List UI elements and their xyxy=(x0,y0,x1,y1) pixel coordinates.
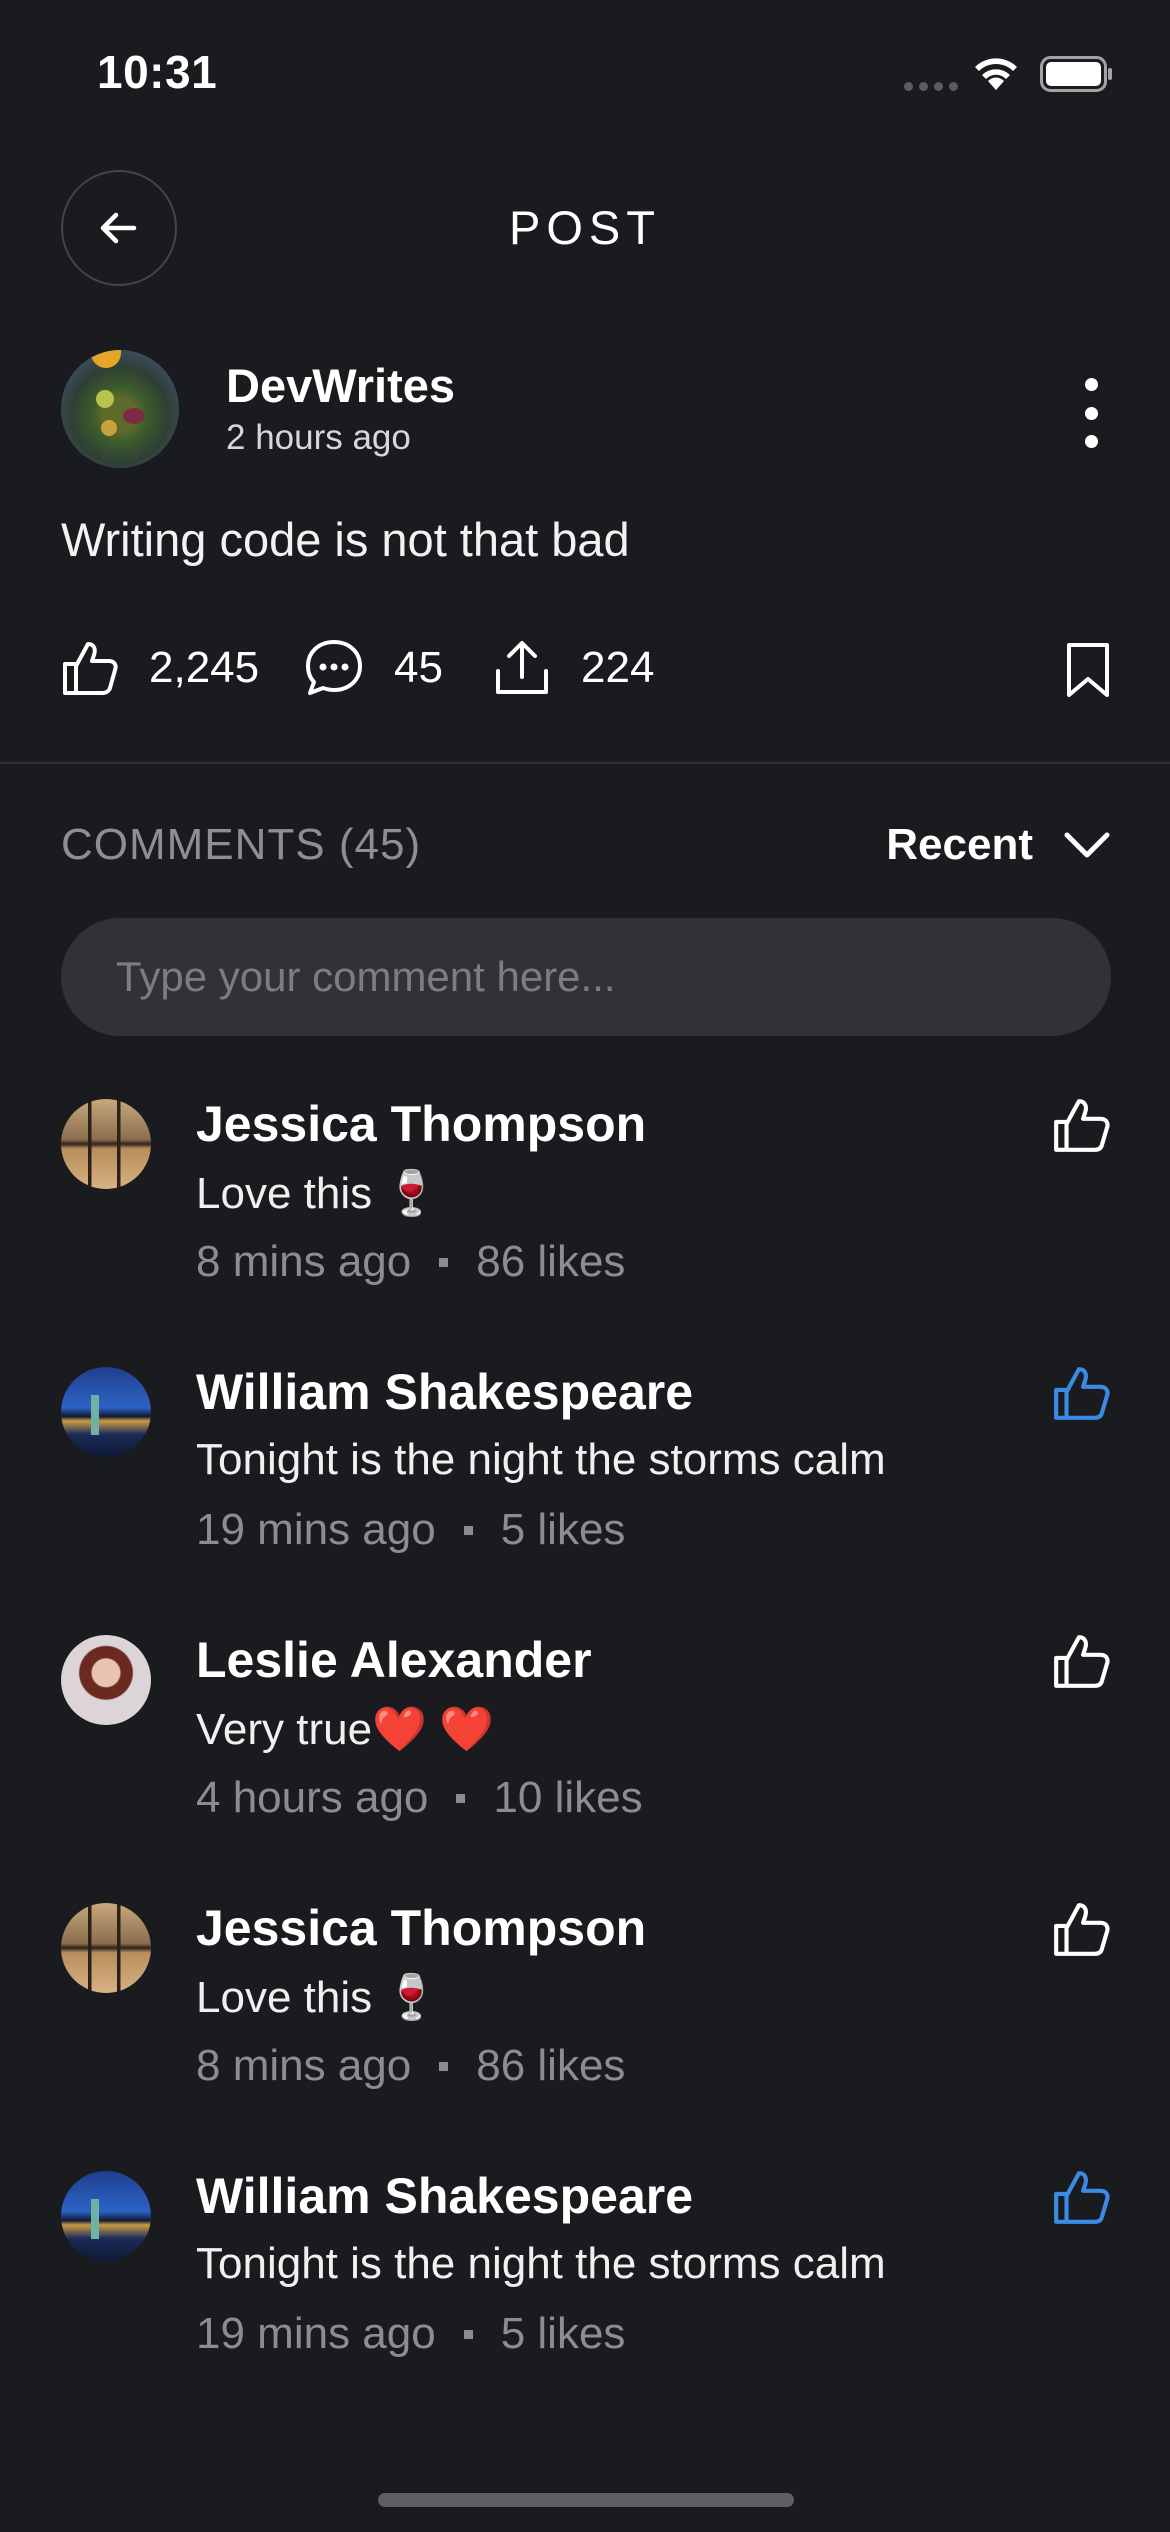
comment-likes: 5 likes xyxy=(500,2309,626,2358)
comment-meta: 19 mins ago 5 likes xyxy=(196,2309,625,2359)
author-name[interactable]: DevWrites xyxy=(226,358,455,413)
thumbs-up-icon[interactable] xyxy=(1051,1631,1111,1691)
status-bar: 10:31 xyxy=(0,0,1170,140)
comment-text: Love this 🍷 xyxy=(196,1973,440,2022)
comment-count: 45 xyxy=(394,643,443,692)
avatar[interactable] xyxy=(61,1903,151,1993)
thumbs-up-icon xyxy=(63,642,118,695)
comment-item: Leslie Alexander Very true❤️ ❤️ 4 hours … xyxy=(61,1631,1111,1851)
share-button[interactable]: 224 xyxy=(493,633,654,703)
header: POST xyxy=(0,170,1170,290)
comment-button[interactable]: 45 xyxy=(304,633,443,703)
comment-bubble-icon xyxy=(306,640,362,695)
more-options-button[interactable] xyxy=(1071,378,1111,448)
comment-likes: 10 likes xyxy=(493,1773,643,1822)
divider xyxy=(0,762,1170,764)
share-count: 224 xyxy=(581,643,655,692)
sort-label: Recent xyxy=(886,820,1033,869)
avatar[interactable] xyxy=(61,2171,151,2261)
commenter-name[interactable]: William Shakespeare xyxy=(196,1363,693,1421)
bookmark-button[interactable] xyxy=(1065,641,1111,704)
comment-time: 8 mins ago xyxy=(196,1237,412,1286)
battery-icon xyxy=(1040,56,1112,92)
comment-item: Jessica Thompson Love this 🍷 8 mins ago … xyxy=(61,1899,1111,2119)
comments-header: COMMENTS (45) Recent xyxy=(61,820,1111,880)
thumbs-up-icon[interactable] xyxy=(1051,1899,1111,1959)
comments-title: COMMENTS (45) xyxy=(61,820,422,869)
avatar[interactable] xyxy=(61,1635,151,1725)
comment-likes: 5 likes xyxy=(500,1505,626,1554)
like-button[interactable]: 2,245 xyxy=(61,633,259,703)
commenter-name[interactable]: Jessica Thompson xyxy=(196,1899,646,1957)
commenter-name[interactable]: Jessica Thompson xyxy=(196,1095,646,1153)
comment-likes: 86 likes xyxy=(476,1237,626,1286)
comment-item: William Shakespeare Tonight is the night… xyxy=(61,2167,1111,2387)
like-count: 2,245 xyxy=(149,643,260,692)
comment-meta: 4 hours ago 10 likes xyxy=(196,1773,643,1823)
thumbs-up-icon[interactable] xyxy=(1051,1363,1111,1423)
home-indicator[interactable] xyxy=(378,2493,794,2507)
comment-time: 4 hours ago xyxy=(196,1773,429,1822)
comment-meta: 8 mins ago 86 likes xyxy=(196,2041,625,2091)
author-avatar[interactable] xyxy=(61,350,179,468)
chevron-down-icon xyxy=(1064,832,1110,858)
comment-item: Jessica Thompson Love this 🍷 8 mins ago … xyxy=(61,1095,1111,1315)
status-time: 10:31 xyxy=(97,46,218,98)
comment-item: William Shakespeare Tonight is the night… xyxy=(61,1363,1111,1583)
wifi-icon xyxy=(975,58,1017,90)
post-body: Writing code is not that bad xyxy=(61,513,630,566)
comment-likes: 86 likes xyxy=(476,2041,626,2090)
bookmark-icon xyxy=(1067,643,1109,697)
page-title: POST xyxy=(509,201,661,254)
comment-time: 19 mins ago xyxy=(196,1505,436,1554)
comment-time: 8 mins ago xyxy=(196,2041,412,2090)
cellular-signal-icon xyxy=(904,82,958,91)
avatar[interactable] xyxy=(61,1099,151,1189)
commenter-name[interactable]: Leslie Alexander xyxy=(196,1631,592,1689)
avatar[interactable] xyxy=(61,1367,151,1457)
more-vertical-icon xyxy=(1084,378,1098,391)
comment-text: Tonight is the night the storms calm xyxy=(196,1435,886,1484)
comment-input[interactable] xyxy=(61,918,1111,1036)
comment-meta: 19 mins ago 5 likes xyxy=(196,1505,625,1555)
post-time: 2 hours ago xyxy=(226,418,411,457)
thumbs-up-icon[interactable] xyxy=(1051,1095,1111,1155)
comment-text: Very true❤️ ❤️ xyxy=(196,1705,494,1754)
comment-text: Tonight is the night the storms calm xyxy=(196,2239,886,2288)
comment-time: 19 mins ago xyxy=(196,2309,436,2358)
share-icon xyxy=(496,641,548,694)
commenter-name[interactable]: William Shakespeare xyxy=(196,2167,693,2225)
comment-text: Love this 🍷 xyxy=(196,1169,440,1218)
thumbs-up-icon[interactable] xyxy=(1051,2167,1111,2227)
post-author-row: DevWrites 2 hours ago xyxy=(61,350,1111,470)
comment-meta: 8 mins ago 86 likes xyxy=(196,1237,625,1287)
sort-dropdown[interactable]: Recent xyxy=(886,820,1111,870)
post-action-bar: 2,245 45 224 xyxy=(61,633,1111,713)
